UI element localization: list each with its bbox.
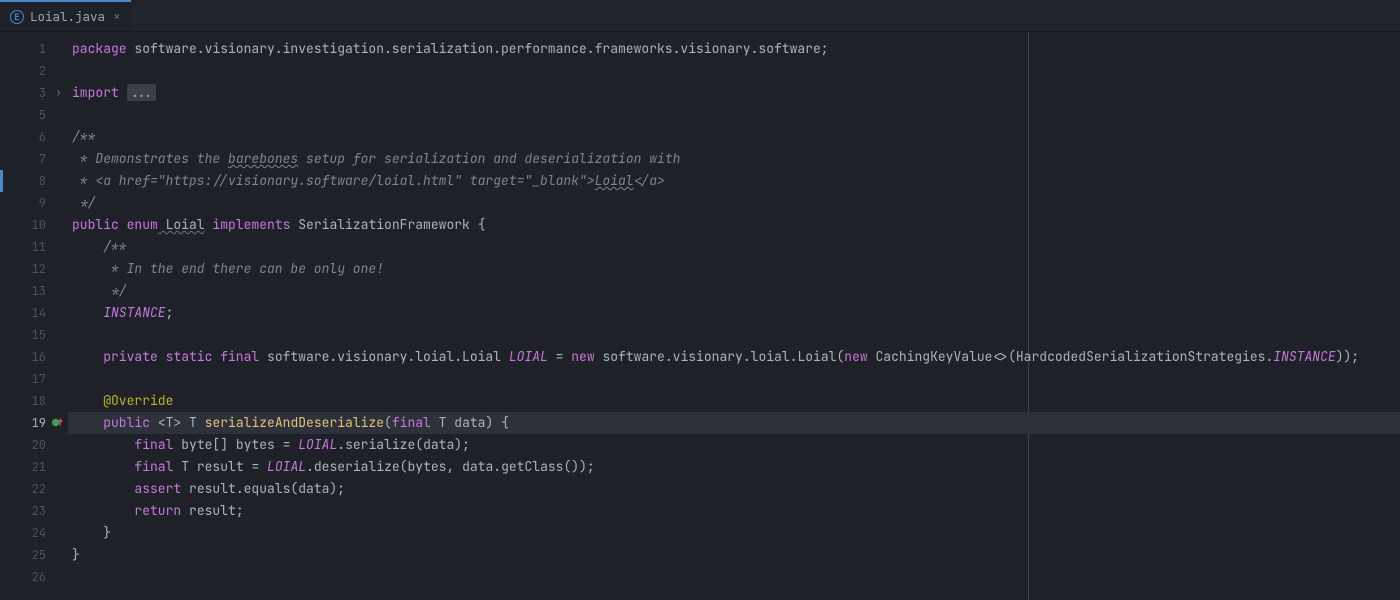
code-line: package software.visionary.investigation… <box>68 38 1400 60</box>
close-icon[interactable]: × <box>111 8 123 25</box>
line-number: 3› <box>0 82 68 104</box>
code-line: */ <box>68 192 1400 214</box>
code-line: } <box>68 544 1400 566</box>
line-number: 10 <box>0 214 68 236</box>
line-number: 7 <box>0 148 68 170</box>
line-number: 6 <box>0 126 68 148</box>
line-number: 13 <box>0 280 68 302</box>
line-number: 9 <box>0 192 68 214</box>
enum-file-icon: E <box>10 10 24 24</box>
code-line: return result; <box>68 500 1400 522</box>
fold-chevron-icon[interactable]: › <box>55 82 62 104</box>
line-number: 19 <box>0 412 68 434</box>
code-line <box>68 368 1400 390</box>
code-line <box>68 566 1400 588</box>
code-line: final byte[] bytes = LOIAL.serialize(dat… <box>68 434 1400 456</box>
line-number: 1 <box>0 38 68 60</box>
code-line: assert result.equals(data); <box>68 478 1400 500</box>
code-line: } <box>68 522 1400 544</box>
override-gutter-icon[interactable] <box>51 416 64 429</box>
line-number: 2 <box>0 60 68 82</box>
line-number: 24 <box>0 522 68 544</box>
code-line: @Override <box>68 390 1400 412</box>
line-gutter: 1 2 3› 5 6 7 8 9 10 11 12 13 14 15 16 17… <box>0 32 68 600</box>
line-number: 17 <box>0 368 68 390</box>
code-line: * In the end there can be only one! <box>68 258 1400 280</box>
folded-imports[interactable]: ... <box>127 84 156 101</box>
modified-line-indicator <box>0 170 3 192</box>
tab-bar: E Loial.java × <box>0 0 1400 32</box>
code-line: private static final software.visionary.… <box>68 346 1400 368</box>
line-number: 16 <box>0 346 68 368</box>
code-line: public enum Loial implements Serializati… <box>68 214 1400 236</box>
line-number: 18 <box>0 390 68 412</box>
line-number: 5 <box>0 104 68 126</box>
code-line: import ... <box>68 82 1400 104</box>
line-number: 26 <box>0 566 68 588</box>
code-line: INSTANCE; <box>68 302 1400 324</box>
code-line: final T result = LOIAL.deserialize(bytes… <box>68 456 1400 478</box>
code-line: * Demonstrates the barebones setup for s… <box>68 148 1400 170</box>
code-line-current: public <T> T serializeAndDeserialize(fin… <box>68 412 1400 434</box>
code-line: * <a href="https://visionary.software/lo… <box>68 170 1400 192</box>
code-line: */ <box>68 280 1400 302</box>
code-line: /** <box>68 236 1400 258</box>
file-tab[interactable]: E Loial.java × <box>0 0 131 31</box>
tab-filename: Loial.java <box>30 8 105 25</box>
line-number: 12 <box>0 258 68 280</box>
line-number: 15 <box>0 324 68 346</box>
code-content[interactable]: package software.visionary.investigation… <box>68 32 1400 600</box>
line-number: 8 <box>0 170 68 192</box>
line-number: 20 <box>0 434 68 456</box>
line-number: 11 <box>0 236 68 258</box>
code-editor[interactable]: 1 2 3› 5 6 7 8 9 10 11 12 13 14 15 16 17… <box>0 32 1400 600</box>
line-number: 23 <box>0 500 68 522</box>
line-number: 22 <box>0 478 68 500</box>
code-line: /** <box>68 126 1400 148</box>
code-line <box>68 324 1400 346</box>
line-number: 14 <box>0 302 68 324</box>
code-line <box>68 60 1400 82</box>
code-line <box>68 104 1400 126</box>
line-number: 25 <box>0 544 68 566</box>
line-number: 21 <box>0 456 68 478</box>
